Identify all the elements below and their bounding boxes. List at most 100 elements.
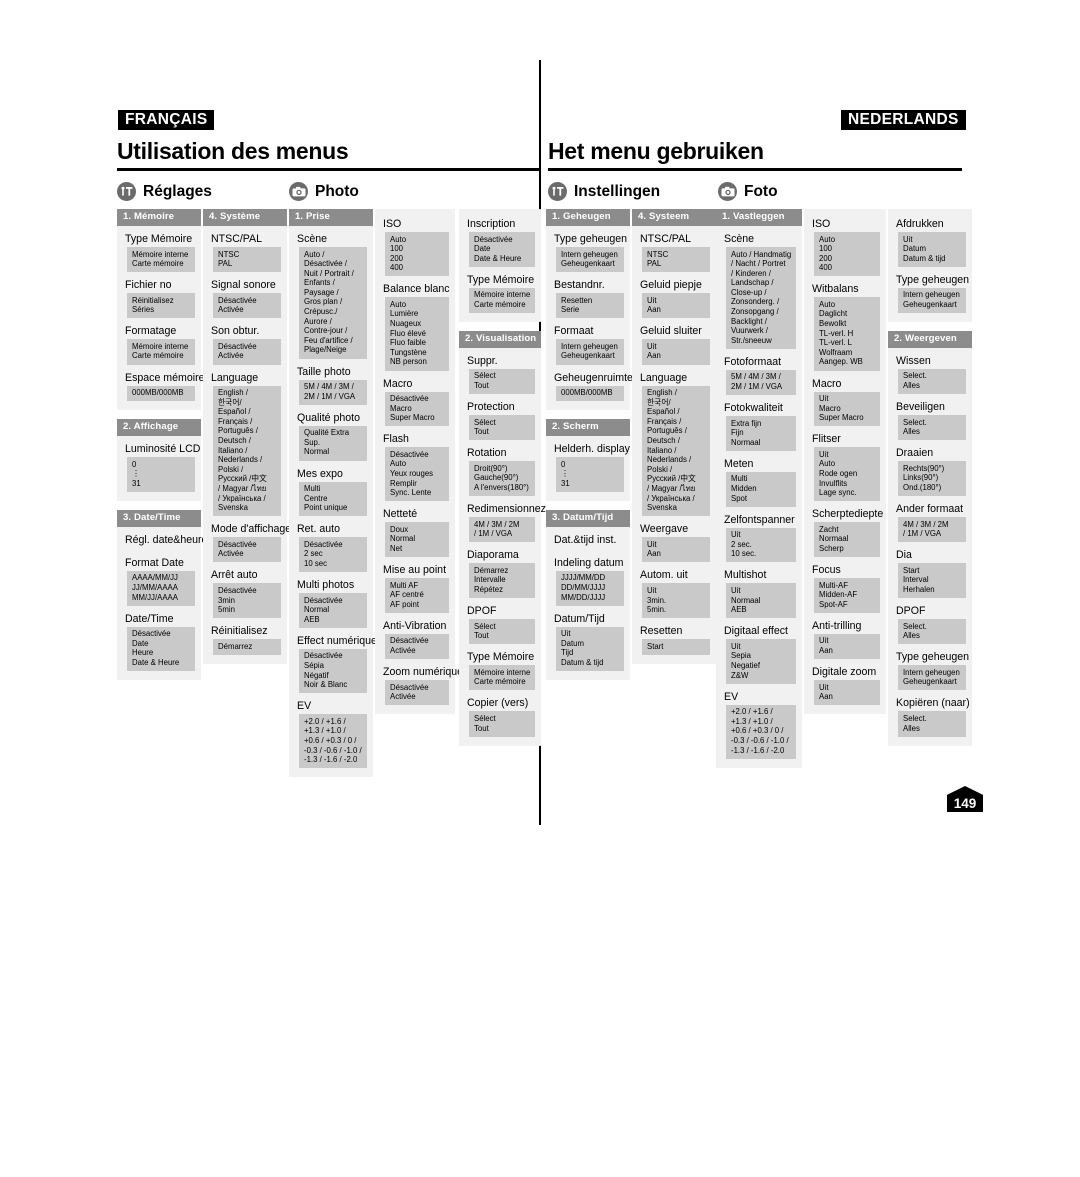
menu-option-list[interactable]: Doux Normal Net: [385, 522, 449, 558]
menu-item[interactable]: Balance blanc Auto Lumière Nuageux Fluo élev…: [375, 276, 455, 371]
menu-option-list[interactable]: Uit Aan: [642, 293, 710, 319]
menu-option-list[interactable]: 5M / 4M / 3M /2M / 1M / VGA: [299, 379, 367, 405]
menu-option[interactable]: 3min: [218, 596, 277, 606]
menu-option[interactable]: +2.0 / +1.6 /: [304, 717, 363, 727]
menu-option[interactable]: Date: [474, 244, 531, 254]
menu-option[interactable]: Uit: [819, 683, 876, 693]
menu-option[interactable]: -0.3 / -0.6 / -1.0 /: [304, 746, 363, 756]
menu-option[interactable]: Date & Heure: [132, 658, 191, 668]
menu-item[interactable]: Luminosité LCD 0 ⋮ 31: [117, 436, 201, 492]
menu-item[interactable]: Redimensionnez 4M / 3M / 2M/ 1M / VGA: [459, 496, 546, 543]
menu-item[interactable]: Witbalans Auto Daglicht Bewolkt TL-verl. H TL…: [804, 276, 886, 371]
menu-option[interactable]: Lumière: [390, 309, 445, 319]
menu-option[interactable]: Auto: [390, 235, 445, 245]
menu-option[interactable]: 한국어/: [647, 398, 706, 408]
menu-item[interactable]: Formaat Intern geheugen Geheugenkaart: [546, 318, 630, 365]
menu-option[interactable]: Multi-AF: [819, 581, 876, 591]
menu-option-list[interactable]: Qualité Extra Sup. Normal: [299, 425, 367, 461]
menu-option[interactable]: Alles: [903, 381, 962, 391]
menu-option[interactable]: Fluo élevé: [390, 329, 445, 339]
menu-item[interactable]: Format Date AAAA/MM/JJ JJ/MM/AAAA MM/JJ/AAA…: [117, 550, 201, 606]
menu-option[interactable]: 200: [390, 254, 445, 264]
menu-option-list[interactable]: Sélect Tout: [469, 368, 535, 395]
menu-item[interactable]: Signal sonore Désactivée Activée: [203, 272, 287, 319]
menu-option[interactable]: Auto: [390, 459, 445, 469]
menu-option-list[interactable]: Uit Aan: [642, 339, 710, 365]
menu-option[interactable]: -0.3 / -0.6 / -1.0 /: [731, 736, 792, 746]
menu-option[interactable]: Zonsopgang /: [731, 307, 792, 317]
menu-option[interactable]: Start: [647, 642, 706, 652]
menu-item[interactable]: Protection Sélect Tout: [459, 394, 541, 441]
menu-option-list[interactable]: Uit Sepia Negatief Z&W: [726, 639, 796, 684]
menu-option[interactable]: Carte mémoire: [474, 300, 531, 310]
menu-option[interactable]: Super Macro: [819, 413, 876, 423]
menu-item[interactable]: Geluid piepje Uit Aan: [632, 272, 716, 319]
menu-option-list[interactable]: Select. Alles: [898, 415, 966, 441]
menu-option[interactable]: / Українська /: [647, 494, 706, 504]
menu-option[interactable]: 2M / 1M / VGA: [731, 382, 792, 392]
menu-option-list[interactable]: English / 한국어/Español / Français / Portuguê…: [213, 385, 281, 517]
menu-option[interactable]: Activée: [218, 549, 277, 559]
menu-option-list[interactable]: Sélect Tout: [469, 619, 535, 645]
menu-option[interactable]: AF centré: [390, 590, 445, 600]
menu-option[interactable]: Désactivée: [304, 596, 363, 606]
menu-option[interactable]: Negatief: [731, 661, 792, 671]
menu-option[interactable]: Aan: [647, 549, 706, 559]
menu-option[interactable]: Links(90°): [903, 473, 962, 483]
menu-option[interactable]: Datum: [903, 244, 962, 254]
menu-option[interactable]: Datum & tijd: [561, 658, 620, 668]
menu-option[interactable]: Normaal: [819, 534, 876, 544]
menu-option[interactable]: -1.3 / -1.6 / -2.0: [731, 746, 792, 756]
menu-option[interactable]: Z&W: [731, 671, 792, 681]
menu-option[interactable]: 10 sec.: [731, 549, 792, 559]
menu-option[interactable]: Sélect: [474, 714, 531, 724]
menu-option-list[interactable]: Désactivée Date Date & Heure: [469, 232, 535, 267]
menu-option[interactable]: Uit: [731, 586, 792, 596]
menu-option[interactable]: / 1M / VGA: [474, 529, 531, 539]
menu-item[interactable]: ISO Auto 100 200 400: [804, 211, 886, 277]
menu-option-list[interactable]: Désactivée Macro Super Macro: [385, 391, 449, 427]
menu-option[interactable]: Русский /中文: [218, 474, 277, 484]
menu-option[interactable]: Uit: [819, 450, 876, 460]
menu-option[interactable]: Spot: [731, 494, 792, 504]
menu-option-list[interactable]: 000MB/000MB: [127, 385, 195, 402]
menu-option[interactable]: Plage/Neige: [304, 345, 363, 355]
menu-option[interactable]: Crépusc./: [304, 307, 363, 317]
menu-option-list[interactable]: Auto 100 200 400: [385, 232, 449, 277]
menu-option[interactable]: Désactivée: [218, 540, 277, 550]
menu-option[interactable]: 5M / 4M / 3M /: [731, 372, 792, 382]
menu-option[interactable]: 5min: [218, 605, 277, 615]
menu-option[interactable]: Uit: [647, 296, 706, 306]
menu-option[interactable]: +0.6 / +0.3 / 0 /: [304, 736, 363, 746]
menu-option-list[interactable]: +2.0 / +1.6 /+1.3 / +1.0 /+0.6 / +0.3 / …: [726, 704, 796, 759]
menu-option-list[interactable]: Rechts(90°) Links(90°) Ond.(180°): [898, 461, 966, 497]
menu-option[interactable]: DD/MM/JJJJ: [561, 583, 620, 593]
menu-option[interactable]: Tout: [474, 381, 531, 391]
menu-item[interactable]: Autom. uit Uit 3min. 5min.: [632, 562, 716, 619]
menu-option[interactable]: Désactivée: [390, 636, 445, 646]
menu-item[interactable]: Diaporama Démarrez Intervalle Répétez: [459, 542, 541, 599]
menu-option-list[interactable]: Start: [642, 639, 710, 655]
menu-option[interactable]: +1.3 / +1.0 /: [304, 726, 363, 736]
menu-option[interactable]: Mémoire interne: [132, 342, 191, 352]
menu-option[interactable]: Lage sync.: [819, 488, 876, 498]
menu-item[interactable]: Flitser Uit Auto Rode ogen Invulflits Lage sy…: [804, 426, 886, 502]
menu-option-list[interactable]: AAAA/MM/JJ JJ/MM/AAAA MM/JJ/AAAA: [127, 570, 195, 606]
menu-option-list[interactable]: Mémoire interne Carte mémoire: [127, 339, 195, 365]
menu-item[interactable]: Type geheugen Intern geheugen Geheugenkaar…: [888, 644, 972, 691]
menu-option[interactable]: Nuit / Portrait /: [304, 269, 363, 279]
menu-option[interactable]: Geheugenkaart: [561, 351, 620, 361]
menu-item[interactable]: Fotoformaat 5M / 4M / 3M /2M / 1M / VGA: [716, 349, 802, 396]
menu-option[interactable]: Nederlands /: [218, 455, 277, 465]
menu-option[interactable]: Aan: [819, 646, 876, 656]
menu-option[interactable]: JJJJ/MM/DD: [561, 573, 620, 583]
menu-option[interactable]: Português /: [647, 426, 706, 436]
menu-option[interactable]: 0: [561, 460, 620, 470]
menu-option[interactable]: Uit: [561, 629, 620, 639]
menu-option[interactable]: 2M / 1M / VGA: [304, 392, 363, 402]
menu-option-list[interactable]: Uit 3min. 5min.: [642, 583, 710, 619]
menu-option[interactable]: Nuageux: [390, 319, 445, 329]
menu-option[interactable]: Désactivée: [304, 540, 363, 550]
menu-option[interactable]: Sync. Lente: [390, 488, 445, 498]
menu-option[interactable]: Centre: [304, 494, 363, 504]
